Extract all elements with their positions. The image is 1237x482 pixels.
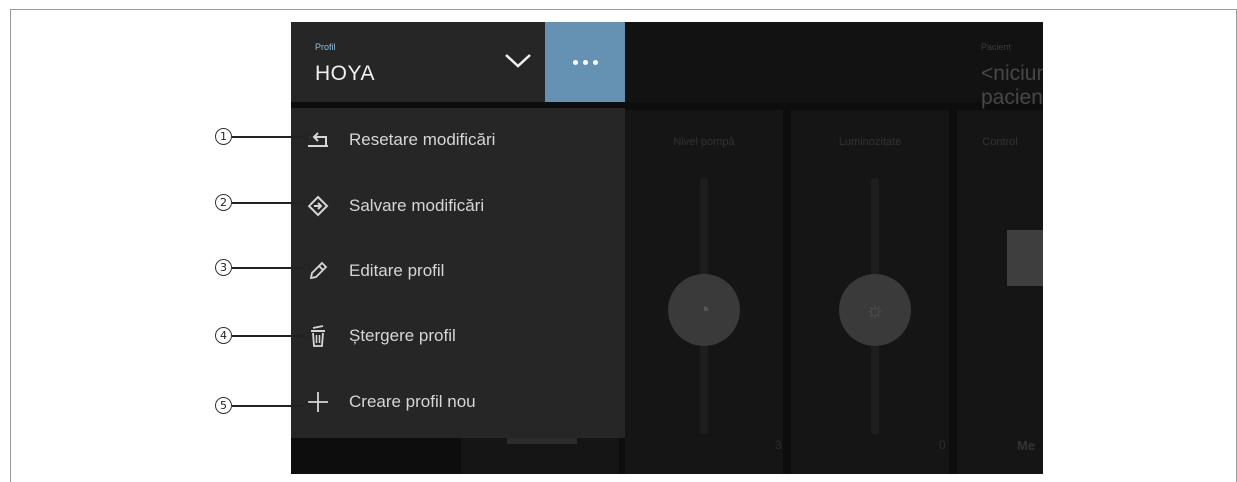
- menu-item-delete-profile[interactable]: Ștergere profil: [291, 308, 625, 364]
- pump-panel-value: 3: [775, 438, 782, 452]
- callout-number: 1: [215, 128, 232, 145]
- menu-label-save: Salvare modificări: [349, 196, 485, 215]
- document-frame-top: [10, 9, 1237, 10]
- pencil-icon: [305, 258, 331, 284]
- menu-label-reset: Resetare modificări: [349, 130, 496, 149]
- control-panel-value: Me: [1017, 438, 1036, 453]
- menu-item-reset-changes[interactable]: Resetare modificări: [291, 112, 625, 168]
- menu-item-save-changes[interactable]: Salvare modificări: [291, 178, 625, 234]
- profile-options-menu: Resetare modificări Salvare modificări E…: [291, 108, 625, 438]
- more-dots-icon: [572, 59, 598, 65]
- patient-header[interactable]: Pacient <niciun pacient>: [625, 22, 1043, 109]
- more-options-button[interactable]: [545, 22, 625, 102]
- patient-name: <niciun pacient>: [981, 62, 1043, 109]
- control-panel: [957, 110, 1043, 474]
- callout-number: 5: [215, 397, 232, 414]
- device-screen: Pacient <niciun pacient> Nivel pompă ◔ 3…: [291, 22, 1043, 474]
- pump-icon: ◔: [697, 297, 711, 322]
- document-frame-left: [10, 9, 11, 482]
- menu-label-delete: Ștergere profil: [349, 326, 456, 345]
- menu-item-edit-profile[interactable]: Editare profil: [291, 243, 625, 299]
- pump-panel-title: Nivel pompă: [673, 136, 735, 148]
- profile-label: Profil: [315, 42, 336, 52]
- menu-scroll-indicator: [507, 438, 577, 444]
- sun-icon: ☼: [864, 297, 886, 322]
- reset-icon: [305, 127, 331, 153]
- light-panel-value: 0: [939, 438, 946, 452]
- pump-slider-knob[interactable]: ◔: [668, 274, 740, 346]
- patient-label: Pacient: [981, 42, 1012, 52]
- save-icon: [305, 193, 331, 219]
- light-panel-title: Luminozitate: [838, 136, 902, 148]
- chevron-down-icon[interactable]: [503, 50, 533, 70]
- menu-label-create: Creare profil nou: [349, 392, 476, 411]
- control-panel-title: Control: [982, 136, 1018, 148]
- profile-selector[interactable]: Profil HOYA: [291, 22, 545, 102]
- control-mode-button[interactable]: [1007, 230, 1043, 286]
- light-slider-knob[interactable]: ☼: [839, 274, 911, 346]
- menu-item-create-profile[interactable]: Creare profil nou: [291, 374, 625, 430]
- callout-number: 3: [215, 259, 232, 276]
- menu-label-edit: Editare profil: [349, 261, 445, 280]
- profile-name: HOYA: [315, 62, 375, 85]
- callout-number: 2: [215, 194, 232, 211]
- callout-number: 4: [215, 327, 232, 344]
